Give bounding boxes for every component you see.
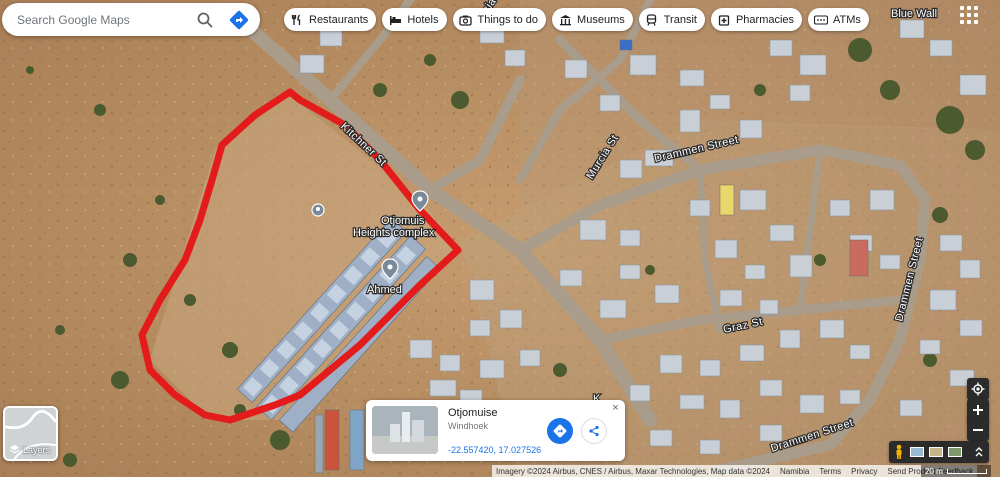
attribution-bar: Imagery ©2024 Airbus, CNES / Airbus, Max… xyxy=(492,465,978,477)
label-blue-wall: Blue Wall xyxy=(891,8,937,20)
share-icon xyxy=(589,425,599,437)
layers-label-row: Layers xyxy=(9,444,50,455)
terrain-view-thumbnail[interactable] xyxy=(929,447,943,457)
share-button[interactable] xyxy=(581,418,607,444)
chip-label: Transit xyxy=(663,13,697,26)
train-icon xyxy=(645,13,659,27)
place-subtitle: Windhoek xyxy=(448,421,489,431)
place-card[interactable]: Otjomuise Windhoek -22.557420, 17.027526… xyxy=(366,400,625,461)
category-chips: Restaurants Hotels Things to do Museums … xyxy=(284,8,869,31)
chip-atms[interactable]: ATMs xyxy=(808,8,869,31)
place-title: Otjomuise xyxy=(448,407,498,419)
place-coordinates[interactable]: -22.557420, 17.027526 xyxy=(448,445,541,455)
crosshair-icon xyxy=(971,382,985,396)
expand-icon[interactable] xyxy=(973,446,985,458)
chip-transit[interactable]: Transit xyxy=(638,8,705,31)
label-complex-line1: Otjomuis xyxy=(381,215,425,227)
pharmacy-icon xyxy=(717,13,731,27)
my-location-button[interactable] xyxy=(967,378,989,400)
pegman-icon[interactable] xyxy=(893,444,905,460)
close-icon[interactable]: × xyxy=(610,403,621,414)
label-ahmed: Ahmed xyxy=(367,284,402,296)
directions-button[interactable] xyxy=(547,418,573,444)
atm-icon xyxy=(814,13,829,27)
privacy-link[interactable]: Privacy xyxy=(851,467,877,476)
chip-label: ATMs xyxy=(833,13,861,26)
bed-icon xyxy=(388,13,402,27)
layers-label: Layers xyxy=(23,444,51,455)
scale-label: 20 m xyxy=(925,466,943,476)
chip-label: Pharmacies xyxy=(735,13,795,26)
map-tools-strip xyxy=(889,441,989,463)
plus-icon xyxy=(973,405,983,415)
search-box[interactable] xyxy=(2,3,260,36)
layers-button[interactable]: Layers xyxy=(3,406,58,461)
scale-line xyxy=(946,468,987,474)
apps-grid-icon[interactable] xyxy=(958,4,978,24)
search-input[interactable] xyxy=(17,12,194,27)
chip-label: Hotels xyxy=(407,13,439,26)
street-view-thumbnail[interactable] xyxy=(948,447,962,457)
chip-museums[interactable]: Museums xyxy=(552,8,633,31)
utensils-icon xyxy=(290,13,304,27)
museum-icon xyxy=(558,13,572,27)
globe-view-thumbnail[interactable] xyxy=(910,447,924,457)
chip-things-to-do[interactable]: Things to do xyxy=(452,8,547,31)
camera-icon xyxy=(459,13,473,27)
chip-label: Restaurants xyxy=(309,13,369,26)
terms-link[interactable]: Terms xyxy=(819,467,841,476)
search-icon[interactable] xyxy=(194,9,216,31)
chip-hotels[interactable]: Hotels xyxy=(382,8,447,31)
directions-icon[interactable] xyxy=(228,9,250,31)
chip-label: Museums xyxy=(577,13,625,26)
place-photo[interactable] xyxy=(372,406,438,454)
minus-icon xyxy=(973,429,983,431)
zoom-out-button[interactable] xyxy=(967,419,989,441)
directions-icon xyxy=(553,424,567,438)
zoom-in-button[interactable] xyxy=(967,399,989,421)
dropped-pin-marker[interactable] xyxy=(311,203,325,217)
layers-icon xyxy=(9,444,20,454)
scale-bar[interactable]: 20 m xyxy=(921,465,991,477)
chip-restaurants[interactable]: Restaurants xyxy=(284,8,377,31)
chip-label: Things to do xyxy=(477,13,539,26)
country-link[interactable]: Namibia xyxy=(780,467,809,476)
imagery-credit: Imagery ©2024 Airbus, CNES / Airbus, Max… xyxy=(496,466,771,476)
label-complex-line2: Heights complex xyxy=(353,227,435,239)
chip-pharmacies[interactable]: Pharmacies xyxy=(710,8,803,31)
